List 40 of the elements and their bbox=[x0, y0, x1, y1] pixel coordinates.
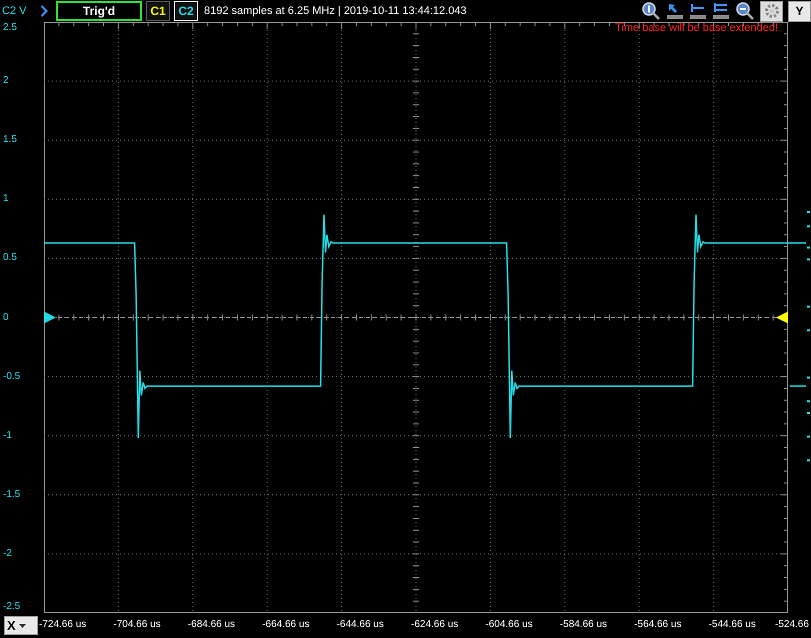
y-axis-label: 0 bbox=[3, 312, 9, 322]
y-axis-label: 1.5 bbox=[3, 134, 17, 146]
chevron-icon[interactable] bbox=[40, 4, 50, 18]
x-axis-label: -544.66 us bbox=[708, 619, 756, 630]
trigger-status-button[interactable]: Trig'd bbox=[56, 1, 142, 21]
y-axis-button[interactable]: Y bbox=[788, 0, 811, 22]
x-axis-label: -584.66 us bbox=[560, 619, 608, 630]
zoom-out-icon[interactable] bbox=[735, 1, 755, 21]
caret-icon bbox=[18, 622, 27, 630]
y-axis-label: 2.5 bbox=[3, 22, 17, 33]
y-axis-label: -0.5 bbox=[3, 370, 20, 382]
level-marker-icon[interactable] bbox=[689, 2, 707, 20]
x-axis-label: -524.66 bbox=[775, 619, 809, 630]
settings-button[interactable] bbox=[760, 0, 783, 22]
x-axis-label: -724.66 us bbox=[39, 619, 86, 630]
cursor-arrow-icon[interactable] bbox=[666, 2, 684, 20]
trigger-position-marker bbox=[776, 312, 788, 324]
y-axis-label: -1.5 bbox=[3, 488, 20, 500]
y-axis-label: 0.5 bbox=[3, 252, 17, 264]
zoom-in-icon[interactable] bbox=[641, 1, 661, 21]
x-axis-button[interactable]: X bbox=[4, 616, 38, 635]
warning-message: Time base will be base extended! bbox=[615, 22, 778, 34]
x-axis-label: -684.66 us bbox=[188, 619, 236, 630]
channel-unit-label: C2 V bbox=[2, 5, 28, 17]
x-axis-label: -564.66 us bbox=[634, 619, 682, 630]
y-axis-label: 2 bbox=[3, 75, 9, 86]
x-axis-label: -604.66 us bbox=[485, 619, 533, 630]
channel-button[interactable]: C2 bbox=[174, 1, 198, 21]
channel-button[interactable]: C1 bbox=[146, 1, 170, 21]
acquisition-info: 8192 samples at 6.25 MHz | 2019-10-11 13:44:12.043 bbox=[204, 5, 467, 17]
y-axis-label: -2 bbox=[3, 548, 12, 559]
x-axis-label: -664.66 us bbox=[262, 619, 310, 630]
x-axis-label: -704.66 us bbox=[113, 619, 161, 630]
y-axis-label: -1 bbox=[3, 430, 12, 441]
trigger-level-marker bbox=[44, 312, 56, 324]
y-axis-label: -2.5 bbox=[3, 601, 20, 612]
x-axis-label: -644.66 us bbox=[336, 619, 384, 630]
x-axis-label: -624.66 us bbox=[411, 619, 458, 630]
y-axis-label: 1 bbox=[3, 193, 9, 204]
double-level-marker-icon[interactable] bbox=[712, 2, 730, 20]
